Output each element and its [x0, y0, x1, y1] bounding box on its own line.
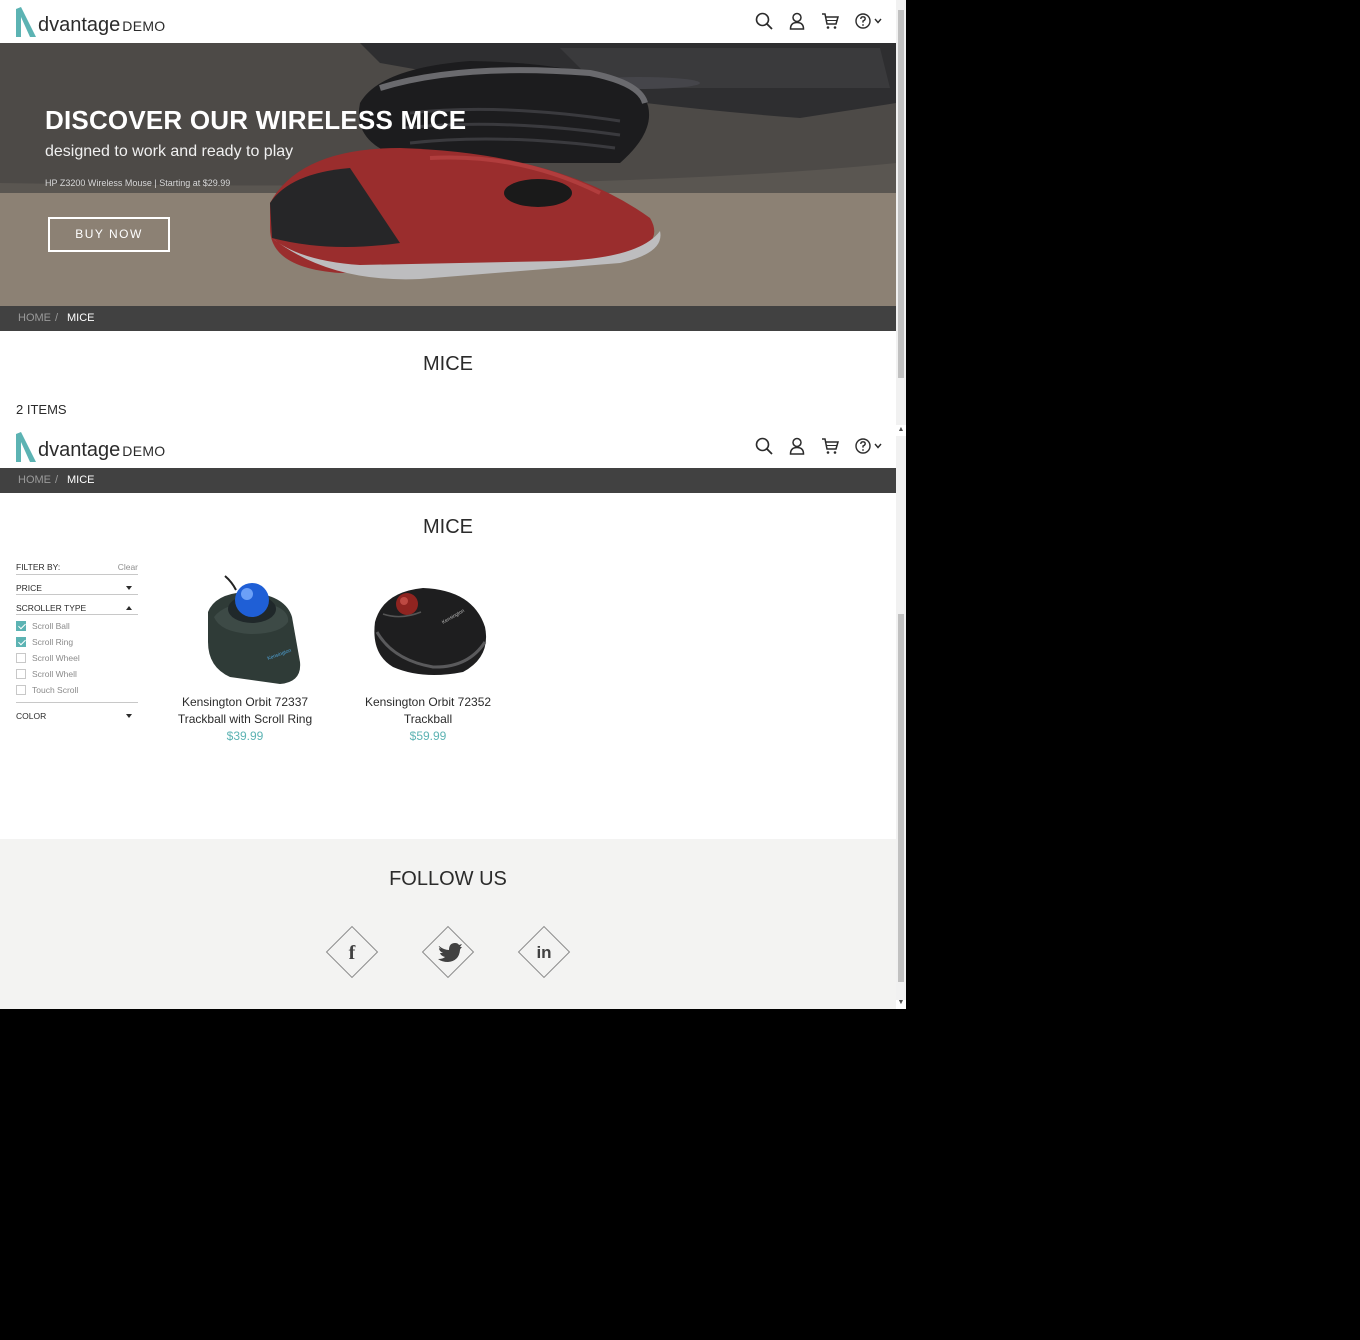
follow-us-heading: FOLLOW US — [389, 868, 507, 890]
product-card[interactable]: Kensington Kensington Orbit 72337 Trackb… — [175, 572, 315, 743]
filter-section-color[interactable]: COLOR — [16, 703, 138, 723]
product-name[interactable]: Kensington Orbit 72352 Trackball — [358, 694, 498, 727]
checkbox-checked[interactable] — [16, 621, 26, 631]
filter-header: FILTER BY: Clear — [16, 562, 138, 575]
svg-text:in: in — [536, 943, 551, 962]
scrollbar-top[interactable] — [896, 0, 906, 425]
logo-mark-icon — [16, 432, 36, 462]
breadcrumb: HOME / MICE — [0, 468, 896, 493]
scroll-up-arrow-icon[interactable]: ▲ — [897, 426, 905, 434]
checkbox[interactable] — [16, 685, 26, 695]
page-title: MICE — [423, 353, 473, 375]
hero-mice-image — [0, 43, 896, 306]
breadcrumb: HOME / MICE — [0, 306, 896, 331]
filter-option-scroll-whell[interactable]: Scroll Whell — [16, 666, 138, 682]
filter-section-label: COLOR — [16, 710, 47, 721]
search-icon[interactable] — [755, 12, 773, 30]
filter-option-scroll-wheel[interactable]: Scroll Wheel — [16, 650, 138, 666]
breadcrumb-current: MICE — [67, 312, 95, 324]
hero-product-caption: HP Z3200 Wireless Mouse | Starting at $2… — [45, 178, 231, 188]
logo-demo-text: DEMO — [122, 18, 166, 34]
product-image: Kensington — [374, 588, 487, 676]
breadcrumb-separator: / — [55, 474, 59, 486]
cart-icon[interactable] — [821, 12, 839, 30]
filter-option-label: Scroll Wheel — [32, 653, 80, 663]
help-icon — [855, 13, 871, 29]
linkedin-icon[interactable]: in — [516, 924, 572, 980]
items-count: 2 ITEMS — [16, 402, 67, 417]
help-icon — [855, 438, 871, 454]
caret-down-icon — [126, 713, 132, 718]
category-title: MICE — [423, 516, 473, 538]
logo-demo-text: DEMO — [122, 443, 166, 459]
facebook-icon[interactable]: f — [324, 924, 380, 980]
filter-section-label: PRICE — [16, 582, 42, 593]
filter-option-touch-scroll[interactable]: Touch Scroll — [16, 682, 138, 698]
checkbox[interactable] — [16, 669, 26, 679]
filter-option-label: Scroll Ball — [32, 621, 70, 631]
svg-text:f: f — [349, 942, 356, 964]
user-icon[interactable] — [788, 437, 806, 455]
checkbox[interactable] — [16, 653, 26, 663]
scrollbar-bottom[interactable] — [896, 436, 906, 1000]
hero-banner: DISCOVER OUR WIRELESS MICE designed to w… — [0, 43, 896, 306]
scroll-down-arrow-icon[interactable]: ▼ — [897, 999, 905, 1007]
filter-option-label: Scroll Ring — [32, 637, 74, 647]
clear-filters-link[interactable]: Clear — [118, 562, 138, 572]
logo-mark-icon — [16, 7, 36, 37]
breadcrumb-home-link[interactable]: HOME — [18, 468, 51, 493]
logo[interactable]: dvantage DEMO — [15, 7, 166, 37]
filter-panel: FILTER BY: Clear PRICE SCROLLER TYPE Scr… — [16, 562, 138, 723]
help-menu[interactable] — [854, 12, 882, 30]
product-price: $59.99 — [409, 729, 447, 743]
help-menu[interactable] — [854, 437, 882, 455]
hero-title: DISCOVER OUR WIRELESS MICE — [45, 105, 467, 135]
filter-option-label: Scroll Whell — [32, 669, 77, 679]
header-icons — [755, 12, 882, 30]
product-card[interactable]: Kensington Kensington Orbit 72352 Trackb… — [358, 572, 498, 743]
filter-section-label: SCROLLER TYPE — [16, 602, 87, 613]
logo[interactable]: dvantage DEMO — [15, 432, 166, 462]
twitter-icon[interactable] — [420, 924, 476, 980]
site-header: dvantage DEMO — [0, 0, 896, 43]
filter-option-scroll-ball[interactable]: Scroll Ball — [16, 618, 138, 634]
hero-subtitle: designed to work and ready to play — [45, 143, 294, 160]
filter-by-label: FILTER BY: — [16, 562, 61, 572]
scroller-type-options: Scroll Ball Scroll Ring Scroll Wheel Scr… — [16, 615, 138, 703]
filter-option-scroll-ring[interactable]: Scroll Ring — [16, 634, 138, 650]
chevron-down-icon — [874, 18, 882, 24]
logo-text: dvantage — [38, 14, 121, 36]
footer: FOLLOW US f in — [0, 839, 896, 1009]
buy-now-button[interactable]: BUY NOW — [48, 217, 170, 252]
caret-up-icon — [126, 605, 132, 610]
breadcrumb-home-link[interactable]: HOME — [18, 306, 51, 331]
product-image: Kensington — [208, 575, 301, 684]
breadcrumb-current: MICE — [67, 474, 95, 486]
chevron-down-icon — [874, 443, 882, 449]
filter-section-price[interactable]: PRICE — [16, 575, 138, 595]
browser-viewport: dvantage DEMO DISCOVER OUR WIRELESS MICE… — [0, 0, 906, 1009]
header-icons — [755, 437, 882, 455]
product-price: $39.99 — [226, 729, 264, 743]
product-name[interactable]: Kensington Orbit 72337 Trackball with Sc… — [175, 694, 315, 727]
sticky-header: dvantage DEMO — [0, 425, 896, 468]
cart-icon[interactable] — [821, 437, 839, 455]
logo-text: dvantage — [38, 439, 121, 461]
scrollbar-thumb[interactable] — [898, 614, 904, 982]
scrollbar-thumb[interactable] — [898, 10, 904, 378]
user-icon[interactable] — [788, 12, 806, 30]
breadcrumb-separator: / — [55, 312, 59, 324]
filter-option-label: Touch Scroll — [32, 685, 79, 695]
caret-down-icon — [126, 585, 132, 590]
checkbox-checked[interactable] — [16, 637, 26, 647]
search-icon[interactable] — [755, 437, 773, 455]
filter-section-scroller-type[interactable]: SCROLLER TYPE — [16, 595, 138, 615]
